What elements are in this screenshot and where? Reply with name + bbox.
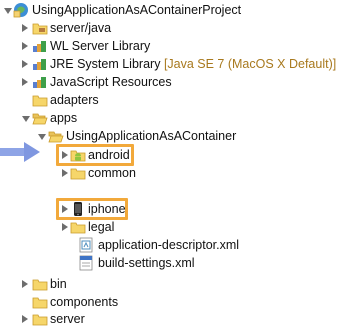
tree-label: apps [50,111,78,125]
folder-icon [70,219,86,235]
android-icon [70,147,86,163]
project-icon [13,2,29,18]
expand-toggle[interactable] [62,223,68,231]
tree-label: WL Server Library [50,39,151,53]
library-icon [32,74,48,90]
folder-icon [32,92,48,108]
tree-label: UsingApplicationAsAContainerProject [32,3,242,17]
folder-icon [32,276,48,292]
open-folder-icon [48,128,64,144]
tree-label: server [50,312,85,326]
expand-toggle[interactable] [4,8,12,14]
jre-library-label: JRE System Library [50,57,161,71]
tree-label: build-settings.xml [98,256,195,270]
tree-label: iphone [88,202,126,216]
expand-toggle[interactable] [62,151,68,159]
expand-toggle[interactable] [22,24,28,32]
open-folder-icon [32,110,48,126]
tree-label: android [88,148,130,162]
expand-toggle[interactable] [22,60,28,68]
tree-label: application-descriptor.xml [98,238,240,252]
descriptor-file-icon [78,237,94,253]
expand-toggle[interactable] [22,315,28,323]
tree-label: JavaScript Resources [50,75,172,89]
tree-label: JRE System Library [Java SE 7 (MacOS X D… [50,55,336,73]
package-folder-icon [32,20,48,36]
expand-toggle[interactable] [22,42,28,50]
expand-toggle[interactable] [22,116,30,122]
tree-label: server/java [50,21,112,35]
expand-toggle[interactable] [22,280,28,288]
expand-toggle[interactable] [62,169,68,177]
expand-toggle[interactable] [62,205,68,213]
expand-toggle[interactable] [22,78,28,86]
tree-label: common [88,166,136,180]
tree-label: components [50,295,119,309]
library-icon [32,38,48,54]
tree-label: bin [50,277,67,291]
expand-toggle[interactable] [38,134,46,140]
xml-file-icon [78,255,94,271]
folder-icon [70,165,86,181]
folder-icon [32,311,48,327]
tree-label: UsingApplicationAsAContainer [66,129,237,143]
pointer-arrow [0,142,42,165]
tree-label: adapters [50,93,99,107]
folder-icon [32,294,48,310]
iphone-icon [70,201,86,217]
jre-decoration: [Java SE 7 (MacOS X Default)] [163,57,337,71]
library-icon [32,56,48,72]
tree-label: legal [88,220,115,234]
